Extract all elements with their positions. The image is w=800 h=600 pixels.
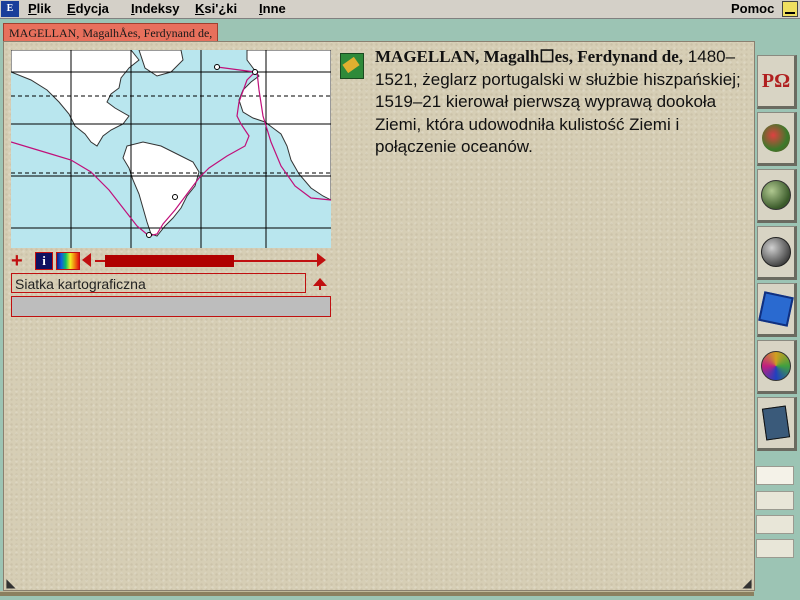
article-text: MAGELLAN, Magalh☐es, Ferdynand de, 1480–… xyxy=(375,46,745,159)
map-caption: Siatka kartograficzna xyxy=(11,273,306,293)
menu-edycja[interactable]: Edycja xyxy=(67,1,109,16)
expedition-icon[interactable] xyxy=(340,53,364,79)
palette-icon[interactable] xyxy=(56,252,80,270)
menu-ksiazki[interactable]: Ksi'¿ki xyxy=(195,1,237,16)
compact-disc-icon xyxy=(761,351,791,381)
sidebar-slot[interactable] xyxy=(756,515,794,534)
globe-clock-icon xyxy=(761,180,791,210)
sidebar-button-geography[interactable] xyxy=(757,226,797,280)
app-icon[interactable]: E xyxy=(1,1,19,17)
sidebar-slot[interactable] xyxy=(756,466,794,485)
empty-field xyxy=(11,296,331,317)
menu-indeksy[interactable]: Indeksy xyxy=(131,1,179,16)
sidebar-button-alphabet[interactable]: ΡΩ xyxy=(757,55,797,109)
resize-bottom-right-icon[interactable]: ◢ xyxy=(740,576,754,590)
progress-fill[interactable] xyxy=(105,255,234,267)
sidebar: ΡΩ xyxy=(755,45,800,565)
fruit-tree-icon xyxy=(762,124,790,152)
menu-inne[interactable]: Inne xyxy=(259,1,286,16)
sidebar-button-games[interactable] xyxy=(757,283,797,337)
sidebar-button-history[interactable] xyxy=(757,169,797,223)
map-waypoint xyxy=(146,232,152,238)
tab-article[interactable]: MAGELLAN, MagalhÅes, Ferdynand de, xyxy=(3,23,219,42)
plus-icon[interactable]: + xyxy=(11,251,29,271)
rewind-icon[interactable] xyxy=(82,253,91,267)
map-waypoint xyxy=(252,69,258,75)
sidebar-slot[interactable] xyxy=(756,491,794,510)
sidebar-button-media[interactable] xyxy=(757,340,797,394)
sidebar-button-notes[interactable] xyxy=(757,397,797,451)
alphabet-omega-icon: ΡΩ xyxy=(761,69,791,92)
arrow-up-stem xyxy=(319,285,321,290)
globe-icon xyxy=(761,237,791,267)
sidebar-slot[interactable] xyxy=(756,539,794,558)
menu-plik[interactable]: Plik xyxy=(28,1,51,16)
menu-bar: E Plik Edycja Indeksy Ksi'¿ki Inne Pomoc xyxy=(0,0,800,19)
dice-icon xyxy=(758,291,794,327)
sidebar-button-nature[interactable] xyxy=(757,112,797,166)
route-map[interactable] xyxy=(11,50,331,248)
resize-bottom-left-icon[interactable]: ◣ xyxy=(4,576,18,590)
bottom-rule xyxy=(0,591,754,596)
map-waypoint xyxy=(172,194,178,200)
map-waypoint xyxy=(214,64,220,70)
menu-pomoc[interactable]: Pomoc xyxy=(731,1,774,16)
article-headword: MAGELLAN, Magalh☐es, Ferdynand de, xyxy=(375,47,684,66)
minimize-button[interactable] xyxy=(782,1,798,17)
info-icon[interactable]: i xyxy=(35,252,53,270)
forward-icon[interactable] xyxy=(317,253,326,267)
map-controls: + i xyxy=(11,251,331,271)
notebook-pen-icon xyxy=(761,405,791,441)
